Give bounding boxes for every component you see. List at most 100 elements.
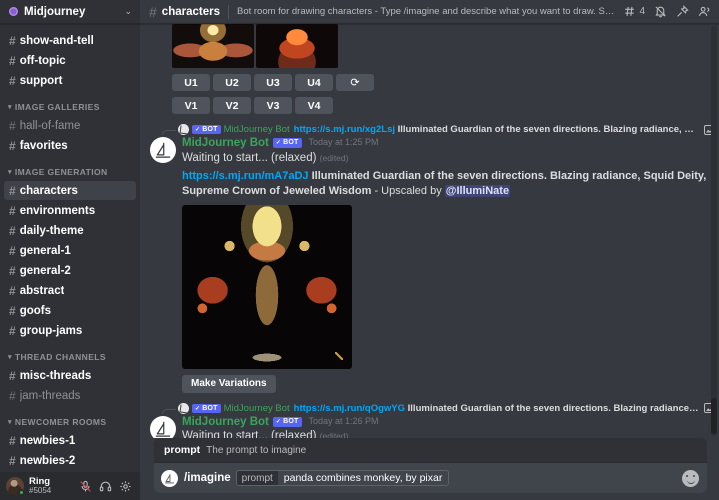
channel-sidebar: Midjourney ⌄ # show-and-tell # off-topic # su… [0,0,140,500]
avatar[interactable] [150,137,176,163]
thread-count: 4 [639,6,645,17]
thread-hash-icon: # [9,433,16,448]
sidebar-item-characters[interactable]: # characters [4,181,136,200]
reply-text: https://s.mj.run/xg2Lsj Illuminated Guar… [294,124,699,135]
sidebar-item-environments[interactable]: # environments [4,201,136,220]
upscale-u3-button[interactable]: U3 [254,74,292,91]
reply-link[interactable]: https://s.mj.run/qOgwYG [294,403,405,414]
emoji-picker-icon[interactable] [682,469,699,487]
prompt-link[interactable]: https://s.mj.run/mA7aDJ [182,170,309,182]
sidebar-item-newbies-3[interactable]: #newbies-3 [4,471,136,472]
bot-badge-label: BOT [202,404,218,412]
parameter-value[interactable]: panda combines monkey, by pixar [278,471,449,485]
variation-v3-button[interactable]: V3 [254,97,292,114]
channel-topic[interactable]: Bot room for drawing characters - Type /… [237,6,615,17]
variation-v2-button[interactable]: V2 [213,97,251,114]
sidebar-item-goofs[interactable]: # goofs [4,301,136,320]
message-image-attachment[interactable] [182,204,352,369]
command-input-row[interactable]: /imagine prompt panda combines monkey, b… [154,463,707,493]
variation-v4-button[interactable]: V4 [295,97,333,114]
sidebar-item-label: support [19,74,63,87]
sidebar-item-label: favorites [19,139,68,152]
reply-link[interactable]: https://s.mj.run/xg2Lsj [294,124,395,135]
sidebar-item-abstract[interactable]: # abstract [4,281,136,300]
sidebar-item-misc-threads[interactable]: # misc-threads [4,366,136,385]
reply-reference[interactable]: ✓ BOT MidJourney Bot https://s.mj.run/xg… [140,124,719,135]
thread-hash-icon: # [9,303,16,318]
thread-hash-icon: # [9,203,16,218]
message-list[interactable]: U1 U2 U3 U4 ⟳ V1 V2 V3 V4 ✓ BOT MidJourn… [140,24,719,438]
sidebar-item-support[interactable]: # support [4,71,136,90]
grid-image-2[interactable] [256,24,338,68]
upscale-u2-button[interactable]: U2 [213,74,251,91]
avatar[interactable] [150,415,176,438]
avatar[interactable] [6,477,25,496]
sidebar-item-label: misc-threads [19,369,92,382]
category-label: THREAD CHANNELS [14,352,106,362]
message-status-text: Waiting to start... (relaxed) (edited) [182,151,709,166]
sidebar-item-daily-theme[interactable]: # daily-theme [4,221,136,240]
variation-v1-button[interactable]: V1 [172,97,210,114]
command-parameter-pill[interactable]: prompt panda combines monkey, by pixar [235,470,450,486]
reroll-refresh-button[interactable]: ⟳ [336,74,374,91]
sidebar-item-general-2[interactable]: # general-2 [4,261,136,280]
hash-icon: # [149,3,157,20]
message-author[interactable]: MidJourney Bot [182,137,269,150]
headphones-icon[interactable] [99,480,112,493]
sidebar-item-newbies-1[interactable]: # newbies-1 [4,431,136,450]
sidebar-item-general-1[interactable]: # general-1 [4,241,136,260]
category-label: IMAGE GENERATION [14,167,108,177]
sidebar-item-label: daily-theme [19,224,84,237]
members-icon[interactable] [698,5,711,18]
reply-body: Illuminated Guardian of the seven direct… [397,124,699,135]
sidebar-item-jam-threads[interactable]: # jam-threads [4,386,136,405]
upscale-u4-button[interactable]: U4 [295,74,333,91]
channel-list[interactable]: # show-and-tell # off-topic # support ▾ IMAGE G… [0,24,140,472]
pinned-messages-icon[interactable] [676,5,689,18]
sidebar-item-label: general-2 [19,264,71,277]
scrollbar-thumb[interactable] [711,398,717,434]
microphone-muted-icon[interactable] [79,480,92,493]
thread-hash-icon: # [9,283,16,298]
avatar [178,124,189,135]
notifications-muted-icon[interactable] [654,5,667,18]
guild-name: Midjourney [24,5,86,18]
bot-badge: ✓ BOT [192,125,221,134]
sidebar-item-off-topic[interactable]: # off-topic [4,51,136,70]
reply-text: https://s.mj.run/qOgwYG Illuminated Guar… [294,403,699,414]
upscaled-by-label: - Upscaled by [371,184,445,197]
settings-gear-icon[interactable] [119,480,132,493]
message-author[interactable]: MidJourney Bot [182,416,269,429]
sidebar-item-label: general-1 [19,244,71,257]
reply-author: MidJourney Bot [223,402,290,414]
guild-header[interactable]: Midjourney ⌄ [0,0,140,24]
bot-badge: ✓ BOT [272,416,302,427]
thread-hash-icon: # [9,73,16,88]
category-newcomer-rooms[interactable]: ▾ NEWCOMER ROOMS [0,406,140,430]
command-option-hint: prompt The prompt to imagine [154,438,707,463]
image-grid[interactable] [172,24,719,68]
threads-icon[interactable]: 4 [623,5,645,18]
bot-badge: ✓ BOT [192,403,221,413]
make-variations-button[interactable]: Make Variations [182,374,276,393]
slash-command-label: /imagine [184,472,231,484]
user-mention[interactable]: @IllumiNate [444,184,511,197]
sidebar-item-favorites[interactable]: # favorites [4,136,136,155]
sidebar-item-hall-of-fame[interactable]: # hall-of-fame [4,116,136,135]
verified-check-icon: ✓ [195,127,201,133]
category-image-galleries[interactable]: ▾ IMAGE GALLERIES [0,91,140,115]
user-identity[interactable]: Ring #5054 [29,476,79,495]
category-thread-channels[interactable]: ▾ THREAD CHANNELS [0,341,140,365]
upscale-u1-button[interactable]: U1 [172,74,210,91]
message-timestamp: Today at 1:26 PM [308,415,379,426]
sidebar-item-group-jams[interactable]: # group-jams [4,321,136,340]
thread-hash-icon: # [9,183,16,198]
command-option-name: prompt [164,444,201,456]
sidebar-item-newbies-2[interactable]: # newbies-2 [4,451,136,470]
reply-spine [162,130,176,135]
category-image-generation[interactable]: ▾ IMAGE GENERATION [0,156,140,180]
reply-reference[interactable]: ✓ BOT MidJourney Bot https://s.mj.run/qO… [140,402,719,414]
scrollbar-track[interactable] [711,26,717,436]
grid-image-1[interactable] [172,24,254,68]
sidebar-item-show-and-tell[interactable]: # show-and-tell [4,31,136,50]
